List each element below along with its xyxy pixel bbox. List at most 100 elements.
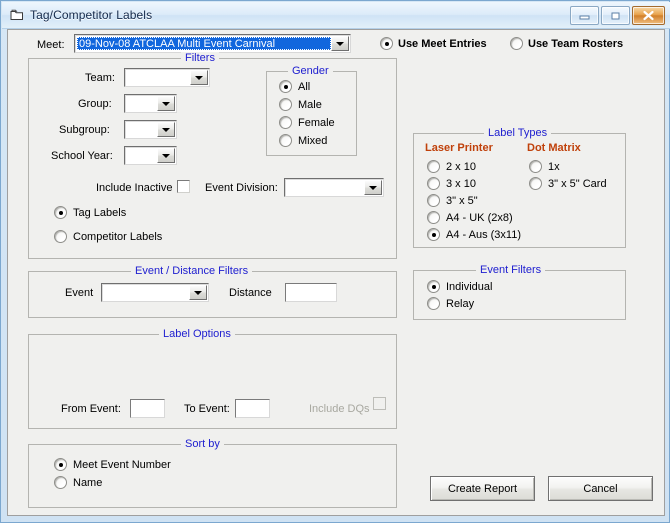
event-filters-group: Event Filters Individual Relay xyxy=(413,264,626,320)
radio-use-team-rosters[interactable] xyxy=(510,37,523,50)
meet-combo[interactable]: 09-Nov-08 ATCLAA Multi Event Carnival xyxy=(74,34,351,53)
radio-gender-all[interactable] xyxy=(279,80,292,93)
include-dqs-checkbox xyxy=(373,397,386,410)
meet-label: Meet: xyxy=(37,39,65,51)
radio-laser-a4-uk[interactable] xyxy=(427,211,440,224)
chevron-down-icon[interactable] xyxy=(190,70,208,85)
label-tag-labels[interactable]: Tag Labels xyxy=(73,207,126,219)
sort-by-group: Sort by Meet Event Number Name xyxy=(28,438,397,508)
labels-window-icon xyxy=(10,9,23,20)
label-options-group: Label Options From Event: To Event: Incl… xyxy=(28,328,397,429)
filters-group-title: Filters xyxy=(181,52,219,64)
maximize-button[interactable] xyxy=(601,6,630,25)
radio-gender-female[interactable] xyxy=(279,116,292,129)
radio-laser-a4-aus[interactable] xyxy=(427,228,440,241)
radio-competitor-labels[interactable] xyxy=(54,230,67,243)
create-report-button-label: Create Report xyxy=(447,482,518,495)
gender-group-title: Gender xyxy=(288,65,333,77)
maximize-icon xyxy=(611,12,620,19)
event-filters-group-title: Event Filters xyxy=(476,264,546,276)
include-inactive-label[interactable]: Include Inactive xyxy=(96,182,172,194)
window-controls xyxy=(570,6,665,25)
team-label: Team: xyxy=(85,72,115,84)
label-gender-all[interactable]: All xyxy=(298,81,310,93)
radio-laser-2x10[interactable] xyxy=(427,160,440,173)
label-use-meet-entries[interactable]: Use Meet Entries xyxy=(398,38,487,50)
label-laser-3x10[interactable]: 3 x 10 xyxy=(446,178,476,190)
sort-by-group-title: Sort by xyxy=(181,438,224,450)
label-gender-male[interactable]: Male xyxy=(298,99,322,111)
radio-laser-3x10[interactable] xyxy=(427,177,440,190)
group-label: Group: xyxy=(78,98,112,110)
event-label: Event xyxy=(65,287,94,299)
distance-input[interactable] xyxy=(285,283,337,302)
event-division-combo[interactable] xyxy=(284,178,384,197)
label-sort-name[interactable]: Name xyxy=(73,477,102,489)
label-laser-a4-aus[interactable]: A4 - Aus (3x11) xyxy=(446,229,521,241)
laser-printer-heading: Laser Printer xyxy=(425,142,493,154)
event-division-label: Event Division: xyxy=(205,182,278,194)
distance-label: Distance xyxy=(229,287,272,299)
chevron-down-icon[interactable] xyxy=(331,36,349,51)
close-icon xyxy=(643,10,654,21)
create-report-button[interactable]: Create Report xyxy=(430,476,535,501)
chevron-down-icon[interactable] xyxy=(157,122,175,137)
label-types-group-title: Label Types xyxy=(484,127,552,139)
label-relay[interactable]: Relay xyxy=(446,298,474,310)
radio-dot-3x5-card[interactable] xyxy=(529,177,542,190)
team-combo[interactable] xyxy=(124,68,210,87)
window-title: Tag/Competitor Labels xyxy=(30,8,153,22)
chevron-down-icon[interactable] xyxy=(157,148,175,163)
label-individual[interactable]: Individual xyxy=(446,281,492,293)
school-year-label: School Year: xyxy=(51,150,113,162)
label-sort-meet-event-number[interactable]: Meet Event Number xyxy=(73,459,171,471)
cancel-button-label: Cancel xyxy=(583,482,618,495)
label-dot-3x5-card[interactable]: 3" x 5" Card xyxy=(548,178,607,190)
radio-use-meet-entries[interactable] xyxy=(380,37,393,50)
subgroup-label: Subgroup: xyxy=(59,124,110,136)
label-competitor-labels[interactable]: Competitor Labels xyxy=(73,231,162,243)
minimize-button[interactable] xyxy=(570,6,599,25)
event-distance-group: Event / Distance Filters Event Distance xyxy=(28,265,397,318)
radio-relay[interactable] xyxy=(427,297,440,310)
label-use-team-rosters[interactable]: Use Team Rosters xyxy=(528,38,623,50)
radio-sort-meet-event-number[interactable] xyxy=(54,458,67,471)
radio-tag-labels[interactable] xyxy=(54,206,67,219)
dialog-client-area: Meet: 09-Nov-08 ATCLAA Multi Event Carni… xyxy=(7,29,665,516)
label-laser-a4-uk[interactable]: A4 - UK (2x8) xyxy=(446,212,513,224)
filters-group: Filters Team: Group: Subgroup: School Ye… xyxy=(28,52,397,259)
chevron-down-icon[interactable] xyxy=(189,285,207,300)
event-combo[interactable] xyxy=(101,283,209,302)
chevron-down-icon[interactable] xyxy=(364,180,382,195)
subgroup-combo[interactable] xyxy=(124,120,177,139)
close-button[interactable] xyxy=(632,6,665,25)
include-inactive-checkbox[interactable] xyxy=(177,180,190,193)
to-event-input[interactable] xyxy=(235,399,270,418)
chevron-down-icon[interactable] xyxy=(157,96,175,111)
gender-group: Gender All Male Female Mixed xyxy=(266,65,357,156)
school-year-combo[interactable] xyxy=(124,146,177,165)
from-event-input[interactable] xyxy=(130,399,165,418)
meet-selected-value: 09-Nov-08 ATCLAA Multi Event Carnival xyxy=(77,37,331,50)
dot-matrix-heading: Dot Matrix xyxy=(527,142,581,154)
radio-gender-mixed[interactable] xyxy=(279,134,292,147)
label-gender-female[interactable]: Female xyxy=(298,117,335,129)
label-laser-2x10[interactable]: 2 x 10 xyxy=(446,161,476,173)
radio-dot-1x[interactable] xyxy=(529,160,542,173)
label-laser-3x5[interactable]: 3" x 5" xyxy=(446,195,478,207)
radio-laser-3x5[interactable] xyxy=(427,194,440,207)
label-dot-1x[interactable]: 1x xyxy=(548,161,560,173)
from-event-label: From Event: xyxy=(61,403,121,415)
label-types-group: Label Types Laser Printer Dot Matrix 2 x… xyxy=(413,127,626,248)
dialog-window: Tag/Competitor Labels Meet: 09-Nov-08 AT… xyxy=(0,0,670,523)
cancel-button[interactable]: Cancel xyxy=(548,476,653,501)
include-dqs-label: Include DQs xyxy=(309,403,370,415)
title-bar: Tag/Competitor Labels xyxy=(2,2,670,29)
radio-sort-name[interactable] xyxy=(54,476,67,489)
radio-gender-male[interactable] xyxy=(279,98,292,111)
group-combo[interactable] xyxy=(124,94,177,113)
to-event-label: To Event: xyxy=(184,403,230,415)
minimize-icon xyxy=(579,15,590,20)
label-gender-mixed[interactable]: Mixed xyxy=(298,135,327,147)
radio-individual[interactable] xyxy=(427,280,440,293)
